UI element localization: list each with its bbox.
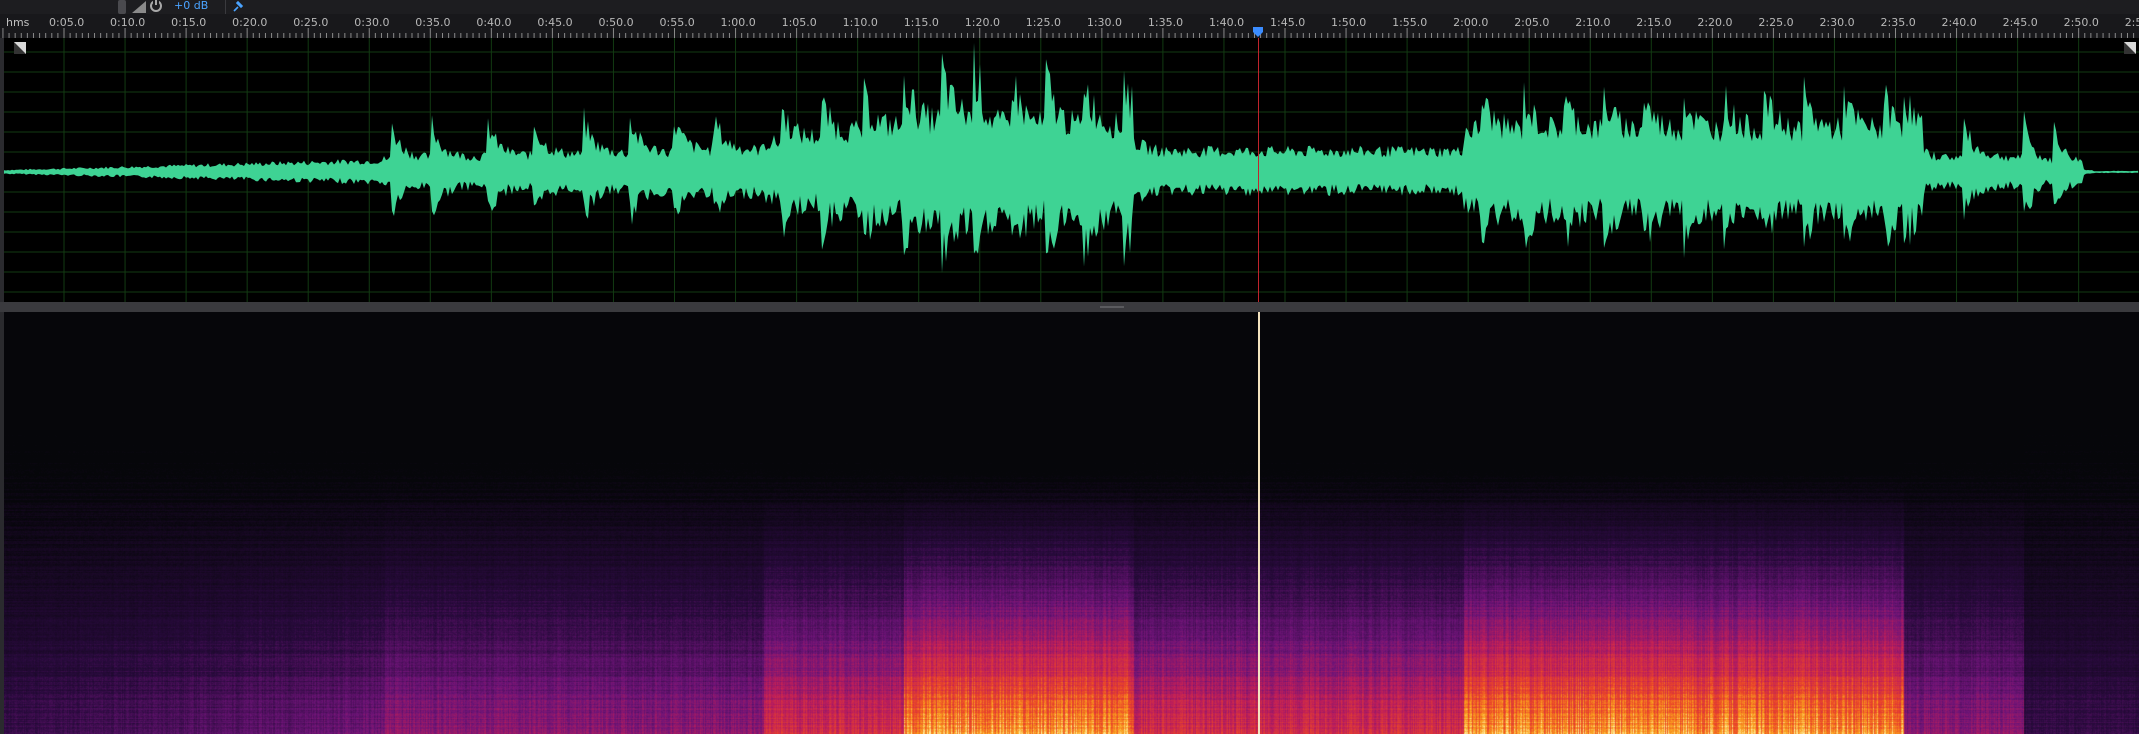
gain-readout[interactable]: +0 dB: [174, 0, 208, 12]
toolbar-divider: [225, 0, 226, 14]
ruler-tick-label: 1:50.0: [1331, 16, 1367, 29]
ruler-tick-label: 1:25.0: [1025, 16, 1061, 29]
ruler-tick-label: 2:05.0: [1514, 16, 1550, 29]
ruler-tick-label: 1:55.0: [1392, 16, 1428, 29]
ruler-tick-label: 0:55.0: [659, 16, 695, 29]
spectral-playhead-line: [1258, 312, 1260, 734]
waveform-zoom-left-button[interactable]: [14, 42, 26, 54]
waveform-zoom-right-button[interactable]: [2124, 42, 2136, 54]
ruler-tick-label: 2:15.0: [1636, 16, 1672, 29]
pin-icon[interactable]: [232, 0, 244, 13]
ruler-tick-label: 1:05.0: [781, 16, 817, 29]
splitter-grip-icon[interactable]: [1100, 306, 1124, 308]
ruler-tick-label: 2:40.0: [1941, 16, 1977, 29]
waveform-path: [4, 42, 2138, 273]
ruler-tick-label: 0:05.0: [49, 16, 85, 29]
ruler-tick-label: 2:20.0: [1697, 16, 1733, 29]
gain-slider-handle[interactable]: [118, 0, 126, 14]
ruler-tick-label: 2:00.0: [1453, 16, 1489, 29]
ruler-tick-label: 0:40.0: [476, 16, 512, 29]
ruler-tick-label: 2:25.0: [1758, 16, 1794, 29]
ruler-tick-label: 2:45.0: [2002, 16, 2038, 29]
ruler-tick-label: 1:30.0: [1086, 16, 1123, 29]
ruler-tick-label: 1:45.0: [1270, 16, 1306, 29]
ruler-tick-label: 1:00.0: [720, 16, 756, 29]
ruler-tick-label: 0:10.0: [110, 16, 146, 29]
toolbar: +0 dB: [0, 0, 2139, 14]
ruler-tick-label: 2:10.0: [1575, 16, 1611, 29]
level-icon[interactable]: [132, 1, 146, 13]
waveform-playhead-line: [1258, 38, 1259, 302]
waveform-view[interactable]: [4, 38, 2139, 302]
ruler-tick-label: 1:10.0: [842, 16, 878, 29]
ruler-tick-label: 0:20.0: [232, 16, 268, 29]
ruler-tick-label: 0:15.0: [171, 16, 207, 29]
time-ruler[interactable]: hms 0:05.0 0:10.0 0:15.0 0:20.0 0:25.0 0:30.0…: [0, 14, 2139, 38]
ruler-tick-label: 1:15.0: [903, 16, 939, 29]
ruler-tick-label: 2:55: [2124, 16, 2139, 29]
waveform-display: [4, 38, 2139, 302]
view-splitter[interactable]: [0, 302, 2139, 312]
ruler-tick-label: 0:25.0: [293, 16, 329, 29]
ruler-tick-label: 0:30.0: [354, 16, 390, 29]
spectrogram-display: [4, 312, 2139, 734]
ruler-tick-label: 2:30.0: [1819, 16, 1855, 29]
ruler-tick-label: 0:35.0: [415, 16, 451, 29]
ruler-tick-label: 1:20.0: [964, 16, 1000, 29]
spectral-frequency-view[interactable]: [4, 312, 2139, 734]
power-icon[interactable]: [150, 0, 162, 12]
ruler-tick-label: 2:50.0: [2063, 16, 2099, 29]
ruler-tick-label: 0:45.0: [537, 16, 573, 29]
ruler-tick-label: 2:35.0: [1880, 16, 1916, 29]
ruler-tick-label: 1:35.0: [1147, 16, 1184, 29]
ruler-tick-label: 1:40.0: [1208, 16, 1245, 29]
ruler-unit-label: hms: [6, 16, 30, 29]
playhead-marker-icon[interactable]: [1253, 27, 1263, 37]
ruler-tick-label: 0:50.0: [598, 16, 634, 29]
